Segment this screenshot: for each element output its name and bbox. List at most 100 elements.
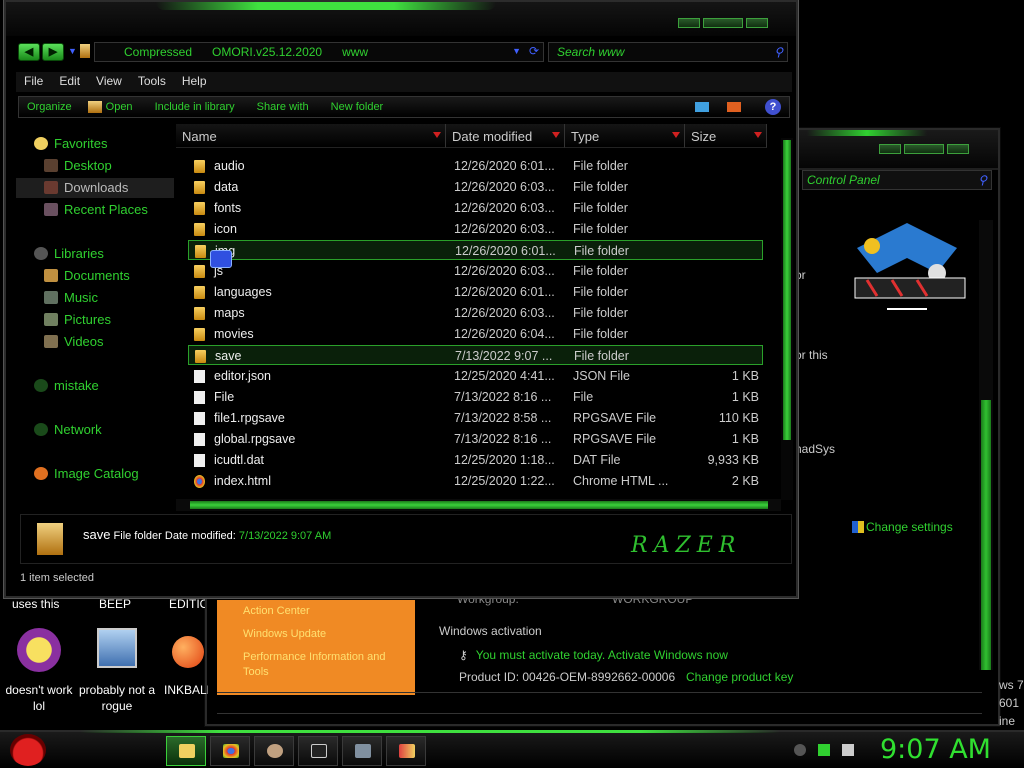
search-icon[interactable]: ⚲ bbox=[978, 173, 987, 187]
windows-update-link[interactable]: Windows Update bbox=[243, 623, 389, 646]
nav-videos[interactable]: Videos bbox=[16, 332, 174, 352]
clock[interactable]: 9:07 AM bbox=[880, 734, 991, 765]
nav-network[interactable]: Network bbox=[16, 420, 174, 440]
nav-music[interactable]: Music bbox=[16, 288, 174, 308]
volume-icon[interactable] bbox=[842, 744, 854, 756]
cell-date: 12/26/2020 6:01... bbox=[454, 159, 555, 173]
search-placeholder: Search www bbox=[557, 45, 625, 59]
menu-file[interactable]: File bbox=[16, 72, 51, 92]
change-product-key-link[interactable]: Change product key bbox=[686, 670, 793, 684]
activation-header: Windows activation bbox=[439, 624, 542, 638]
nav-desktop[interactable]: Desktop bbox=[16, 156, 174, 176]
desktop-icon-inkball[interactable]: INKBALL bbox=[158, 636, 208, 698]
menu-edit[interactable]: Edit bbox=[51, 72, 88, 92]
address-dropdown-icon[interactable]: ▼ bbox=[512, 46, 521, 56]
nav-libraries[interactable]: Libraries bbox=[16, 244, 174, 264]
minimize-button[interactable] bbox=[678, 18, 700, 28]
taskbar-7zip-button[interactable] bbox=[298, 736, 338, 766]
performance-info-link[interactable]: Performance Information and Tools bbox=[243, 650, 389, 680]
open-button[interactable]: Open bbox=[106, 101, 133, 113]
table-row[interactable]: movies 12/26/2020 6:04... File folder bbox=[188, 324, 763, 344]
cell-name: icon bbox=[214, 222, 237, 236]
table-row[interactable]: icudtl.dat 12/25/2020 1:18... DAT File 9,93… bbox=[188, 450, 763, 470]
table-row[interactable]: fonts 12/26/2020 6:03... File folder bbox=[188, 198, 763, 218]
nav-label: mistake bbox=[54, 378, 99, 393]
preview-pane-icon[interactable] bbox=[727, 102, 741, 112]
taskbar-explorer-button[interactable] bbox=[166, 736, 206, 766]
action-center-link[interactable]: Action Center bbox=[243, 600, 389, 623]
table-row[interactable]: js 12/26/2020 6:03... File folder bbox=[188, 261, 763, 281]
tray-arrow-icon[interactable] bbox=[794, 744, 806, 756]
table-row[interactable]: editor.json 12/25/2020 4:41... JSON File 1 … bbox=[188, 366, 763, 386]
cell-type: Chrome HTML ... bbox=[573, 474, 669, 488]
menu-view[interactable]: View bbox=[88, 72, 130, 92]
table-row[interactable]: save 7/13/2022 9:07 ... File folder bbox=[188, 345, 763, 365]
search-input[interactable]: Search www ⚲ bbox=[548, 42, 788, 62]
menu-help[interactable]: Help bbox=[174, 72, 215, 92]
file-icon bbox=[194, 433, 205, 446]
table-row[interactable]: icon 12/26/2020 6:03... File folder bbox=[188, 219, 763, 239]
new-folder-button[interactable]: New folder bbox=[331, 101, 384, 113]
nav-pictures[interactable]: Pictures bbox=[16, 310, 174, 330]
desktop-icon-rogue[interactable]: probably not a rogue bbox=[78, 628, 156, 714]
close-button[interactable] bbox=[746, 18, 768, 28]
paint-icon bbox=[399, 744, 415, 758]
scrollbar-thumb[interactable] bbox=[190, 501, 768, 509]
include-in-library-button[interactable]: Include in library bbox=[155, 101, 235, 113]
taskbar-chrome-button[interactable] bbox=[210, 736, 250, 766]
share-with-button[interactable]: Share with bbox=[257, 101, 309, 113]
address-input[interactable]: Compressed OMORI.v25.12.2020 www ▼ ⟳ bbox=[94, 42, 544, 62]
nav-recent-places[interactable]: Recent Places bbox=[16, 200, 174, 220]
nav-image-catalog[interactable]: Image Catalog bbox=[16, 464, 174, 484]
organize-button[interactable]: Organize bbox=[27, 101, 72, 113]
close-button[interactable] bbox=[947, 144, 969, 154]
nav-mistake[interactable]: mistake bbox=[16, 376, 174, 396]
table-row[interactable]: File 7/13/2022 8:16 ... File 1 KB bbox=[188, 387, 763, 407]
maximize-button[interactable] bbox=[703, 18, 743, 28]
table-row[interactable]: maps 12/26/2020 6:03... File folder bbox=[188, 303, 763, 323]
network-tray-icon[interactable] bbox=[818, 744, 830, 756]
table-row[interactable]: global.rpgsave 7/13/2022 8:16 ... RPGSAVE … bbox=[188, 429, 763, 449]
menu-tools[interactable]: Tools bbox=[130, 72, 174, 92]
start-button-angry-bird-icon[interactable] bbox=[10, 734, 46, 766]
recent-pages-dropdown-icon[interactable]: ▼ bbox=[68, 46, 77, 56]
maximize-button[interactable] bbox=[904, 144, 944, 154]
taskbar-app3-button[interactable] bbox=[254, 736, 294, 766]
nav-documents[interactable]: Documents bbox=[16, 266, 174, 286]
cell-type: RPGSAVE File bbox=[573, 432, 657, 446]
table-row[interactable]: file1.rpgsave 7/13/2022 8:58 ... RPGSAVE F… bbox=[188, 408, 763, 428]
scrollbar-thumb[interactable] bbox=[783, 140, 791, 440]
table-row[interactable]: index.html 12/25/2020 1:22... Chrome HTML … bbox=[188, 471, 763, 491]
minimize-button[interactable] bbox=[879, 144, 901, 154]
table-row[interactable]: audio 12/26/2020 6:01... File folder bbox=[188, 156, 763, 176]
activate-windows-link[interactable]: ⚷ You must activate today. Activate Windo… bbox=[459, 648, 728, 662]
nav-downloads[interactable]: Downloads bbox=[16, 178, 174, 198]
breadcrumb-compressed[interactable]: Compressed bbox=[124, 45, 192, 59]
taskbar-control-panel-button[interactable] bbox=[342, 736, 382, 766]
control-panel-scrollbar[interactable] bbox=[979, 220, 993, 670]
forward-button[interactable]: ▶ bbox=[42, 43, 64, 61]
search-icon[interactable]: ⚲ bbox=[774, 45, 783, 59]
nav-label: Recent Places bbox=[64, 202, 148, 217]
back-button[interactable]: ◀ bbox=[18, 43, 40, 61]
taskbar-paint-button[interactable] bbox=[386, 736, 426, 766]
table-row[interactable]: data 12/26/2020 6:03... File folder bbox=[188, 177, 763, 197]
scrollbar-thumb[interactable] bbox=[981, 400, 991, 670]
control-panel-search-input[interactable]: Control Panel ⚲ bbox=[802, 170, 992, 190]
table-row[interactable]: img12/26/2020 6:01...File folder bbox=[188, 240, 763, 260]
folder-icon bbox=[194, 202, 205, 215]
breadcrumb-omori[interactable]: OMORI.v25.12.2020 bbox=[212, 45, 322, 59]
folder-icon bbox=[195, 350, 206, 363]
vertical-scrollbar[interactable] bbox=[781, 138, 793, 500]
help-button[interactable]: ? bbox=[765, 99, 781, 115]
nav-favorites[interactable]: Favorites bbox=[16, 134, 174, 154]
desktop-icon-yahoo[interactable]: doesn't work lol bbox=[0, 628, 78, 714]
breadcrumb-www[interactable]: www bbox=[342, 45, 368, 59]
horizontal-scrollbar[interactable] bbox=[176, 499, 781, 511]
angry-birds-logo bbox=[854, 223, 966, 310]
table-row[interactable]: languages 12/26/2020 6:01... File folder bbox=[188, 282, 763, 302]
change-settings-link[interactable]: Change settings bbox=[852, 520, 953, 534]
cell-type: RPGSAVE File bbox=[573, 411, 657, 425]
refresh-icon[interactable]: ⟳ bbox=[529, 44, 539, 58]
view-options-icon[interactable] bbox=[695, 102, 709, 112]
